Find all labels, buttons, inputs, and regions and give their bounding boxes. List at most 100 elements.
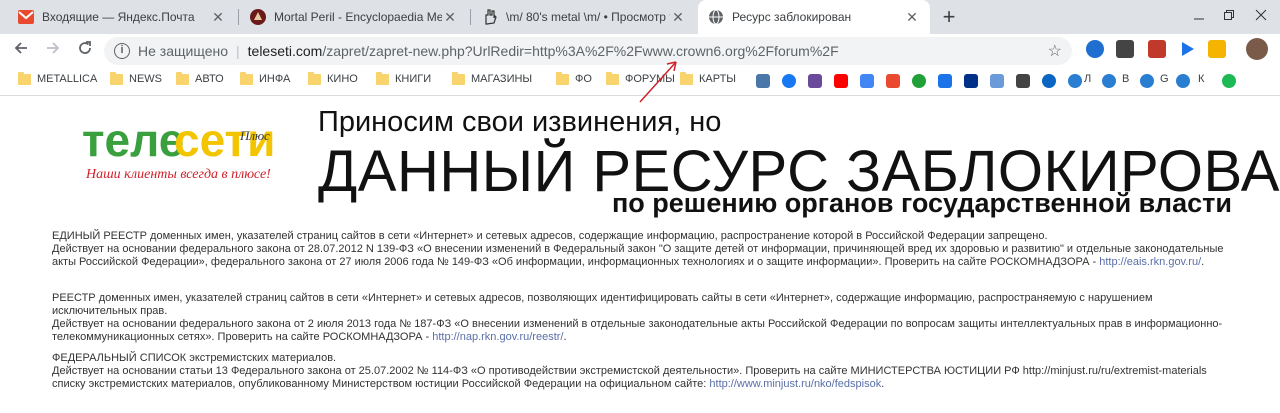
bookmark-label: ФОРУМЫ [625, 73, 675, 85]
extension-vk-icon[interactable] [1086, 40, 1104, 58]
profile-icon[interactable] [808, 74, 822, 88]
bookmark-folder[interactable]: NEWS [110, 71, 162, 85]
forward-icon[interactable] [40, 37, 66, 63]
close-tab-icon[interactable]: ✕ [670, 9, 686, 26]
youtube-icon[interactable] [834, 74, 848, 88]
registry-link[interactable]: http://www.minjust.ru/nko/fedspisok [709, 378, 881, 390]
extension-red-icon[interactable] [1148, 40, 1166, 58]
apology-text: Приносим свои извинения, но [318, 106, 722, 138]
block-reason: по решению органов государственной власт… [612, 188, 1232, 218]
tab-yandex-mail[interactable]: Входящие — Яндекс.Почта ✕ [8, 0, 236, 34]
metallum-icon [250, 9, 266, 25]
registry-link[interactable]: http://eais.rkn.gov.ru/ [1099, 256, 1201, 268]
toolbar: i Не защищено | teleseti.com/zapret/zapr… [0, 34, 1280, 66]
bookmark-folder[interactable]: КАРТЫ [680, 71, 736, 85]
tab-divider [238, 9, 239, 25]
teleseti-logo: теле сети Плюс Наши клиенты всегда в плю… [82, 112, 282, 192]
bookmark-folder[interactable]: АВТО [176, 71, 224, 85]
bookmark-folder[interactable]: ФОРУМЫ [606, 71, 675, 85]
folder-icon [308, 71, 321, 85]
bookmark-folder[interactable]: ФО [556, 71, 592, 85]
bookmark-letter[interactable]: К [1198, 73, 1204, 85]
tab-divider [470, 9, 471, 25]
bookmark-letter[interactable]: G [1160, 73, 1169, 85]
vk-icon[interactable] [756, 74, 770, 88]
logo-word-a: теле [82, 114, 184, 166]
paypal-icon[interactable] [964, 74, 978, 88]
logo-slogan: Наши клиенты всегда в плюсе! [85, 167, 271, 182]
drop-icon[interactable] [1042, 74, 1056, 88]
avatar[interactable] [1246, 38, 1268, 60]
security-label: Не защищено [138, 43, 228, 59]
extension-sale-icon[interactable] [1208, 40, 1226, 58]
folder-icon [376, 71, 389, 85]
logo-plus: Плюс [239, 128, 270, 143]
bookmark-label: КНИГИ [395, 73, 432, 85]
tab-title: Ресурс заблокирован [732, 10, 852, 24]
drop-icon[interactable] [1068, 74, 1082, 88]
registry-title: ЕДИНЫЙ РЕЕСТР доменных имен, указателей … [52, 230, 1048, 242]
hand-icon [482, 9, 498, 25]
url-host: teleseti.com [247, 43, 323, 59]
bookmark-star-icon[interactable]: ☆ [1048, 41, 1062, 61]
registry-text: Действует на основании статьи 13 Федерал… [52, 365, 1207, 390]
close-tab-icon[interactable]: ✕ [904, 9, 920, 26]
folder-icon [240, 71, 253, 85]
drop-icon[interactable] [1102, 74, 1116, 88]
drop-icon[interactable] [990, 74, 1004, 88]
folder-icon [680, 71, 693, 85]
bookmark-folder[interactable]: КНИГИ [376, 71, 432, 85]
registry-eais: ЕДИНЫЙ РЕЕСТР доменных имен, указателей … [52, 230, 1232, 269]
info-icon[interactable]: i [114, 43, 130, 59]
translate-icon[interactable] [860, 74, 874, 88]
bookmark-folder[interactable]: КИНО [308, 71, 358, 85]
bookmark-letter[interactable]: Л [1084, 73, 1091, 85]
registry-text: Действует на основании федерального зако… [52, 243, 1224, 268]
drop-icon[interactable] [1140, 74, 1154, 88]
bookmarks-bar: METALLICA NEWS АВТО ИНФА КИНО КНИГИ МАГА… [0, 66, 1280, 96]
close-tab-icon[interactable]: ✕ [210, 9, 226, 26]
bookmark-folder[interactable]: МАГАЗИНЫ [452, 71, 532, 85]
bookmark-folder[interactable]: ИНФА [240, 71, 290, 85]
bookmark-folder[interactable]: METALLICA [18, 71, 98, 85]
back-icon[interactable] [8, 37, 34, 63]
facebook-icon[interactable] [782, 74, 796, 88]
bookmark-label: ФО [575, 73, 592, 85]
bookmark-icon[interactable] [1016, 74, 1030, 88]
restore-icon[interactable] [1214, 0, 1244, 30]
close-window-icon[interactable] [1246, 0, 1276, 30]
close-tab-icon[interactable]: ✕ [442, 9, 458, 26]
tab-strip: Входящие — Яндекс.Почта ✕ Mortal Peril -… [0, 0, 1280, 34]
drop-icon[interactable] [1176, 74, 1190, 88]
tab-blocked-resource[interactable]: Ресурс заблокирован ✕ [698, 0, 930, 34]
globe-icon [708, 9, 724, 25]
bookmark-letter[interactable]: В [1122, 73, 1129, 85]
reload-icon[interactable] [72, 37, 98, 63]
bookmark-label: КИНО [327, 73, 358, 85]
extension-play-icon[interactable] [1178, 40, 1196, 58]
minimize-icon[interactable] [1184, 0, 1214, 30]
extension-grid-icon[interactable] [1116, 40, 1134, 58]
tab-title: Входящие — Яндекс.Почта [42, 10, 195, 24]
registry-link[interactable]: http://nap.rkn.gov.ru/reestr/ [432, 331, 563, 343]
spotify-icon[interactable] [1222, 74, 1236, 88]
tab-title: \m/ 80's metal \m/ • Просмотр темы [506, 10, 670, 24]
bookmark-label: NEWS [129, 73, 162, 85]
registry-minjust: ФЕДЕРАЛЬНЫЙ СПИСОК экстремистских матери… [52, 352, 1232, 391]
folder-icon [110, 71, 123, 85]
new-tab-button[interactable]: + [936, 4, 962, 30]
bookmark-label: METALLICA [37, 73, 98, 85]
folder-icon [556, 71, 569, 85]
address-bar[interactable]: i Не защищено | teleseti.com/zapret/zapr… [104, 37, 1072, 65]
divider: | [236, 43, 240, 59]
tab-metallum[interactable]: Mortal Peril - Encyclopaedia Metallum ✕ [240, 0, 468, 34]
mail-icon[interactable] [886, 74, 900, 88]
bookmark-label: АВТО [195, 73, 224, 85]
tab-80s-metal[interactable]: \m/ 80's metal \m/ • Просмотр темы ✕ [472, 0, 696, 34]
lines-icon[interactable] [938, 74, 952, 88]
sberbank-icon[interactable] [912, 74, 926, 88]
url-path: /zapret/zapret-new.php?UrlRedir=http%3A%… [322, 43, 839, 59]
folder-icon [606, 71, 619, 85]
folder-icon [452, 71, 465, 85]
registry-text: Действует на основании федерального зако… [52, 318, 1223, 343]
